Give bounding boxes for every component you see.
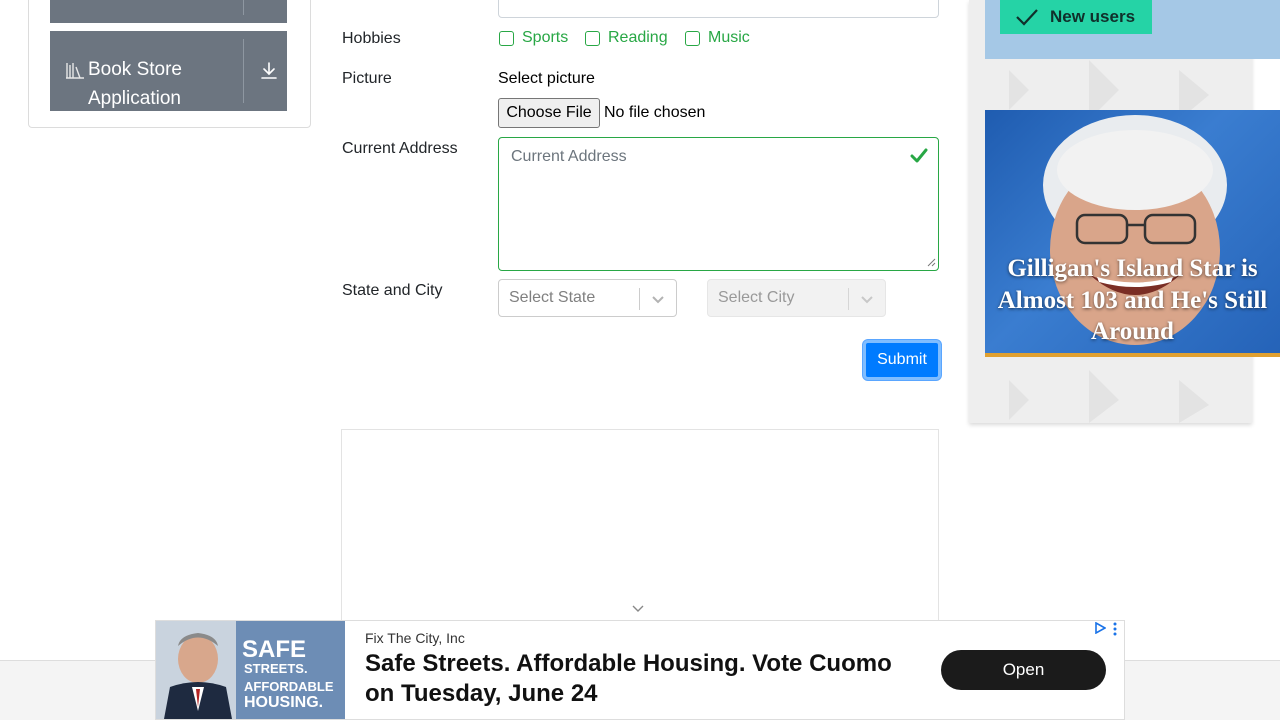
mobile-number-input[interactable] <box>498 0 939 18</box>
sidebar-item-book-store[interactable]: Book Store Application <box>50 31 287 111</box>
current-address-label: Current Address <box>342 140 458 157</box>
image-text-housing: HOUSING. <box>244 694 323 711</box>
hobby-reading-label[interactable]: Reading <box>608 29 668 47</box>
file-status: No file chosen <box>604 104 706 121</box>
picture-label: Picture <box>342 70 392 87</box>
adchoices-icon[interactable] <box>1094 622 1106 634</box>
hobby-reading-checkbox[interactable] <box>585 31 600 46</box>
books-icon <box>66 63 84 79</box>
choose-file-button[interactable]: Choose File <box>498 98 600 128</box>
chevron-down-icon[interactable] <box>631 604 645 614</box>
bottom-ad-image[interactable]: SAFE STREETS. AFFORDABLE HOUSING. <box>156 621 345 719</box>
sidebar-item-label: Book Store Application <box>88 59 182 109</box>
more-options-icon[interactable] <box>1112 622 1118 636</box>
select-picture-caption: Select picture <box>498 70 595 87</box>
download-icon[interactable] <box>260 61 278 81</box>
sidebar-item-divider <box>243 39 244 103</box>
hobby-music-label[interactable]: Music <box>708 29 750 47</box>
hobby-music-checkbox[interactable] <box>685 31 700 46</box>
address-placeholder: Current Address <box>511 148 627 165</box>
ad-headline-bottom[interactable]: Safe Streets. Affordable Housing. Vote C… <box>365 649 905 709</box>
sidebar-item-divider <box>243 0 244 15</box>
hobby-sports-checkbox[interactable] <box>499 31 514 46</box>
ad-placeholder-box <box>341 429 939 629</box>
city-placeholder: Select City <box>718 289 795 306</box>
state-placeholder: Select State <box>509 289 596 306</box>
city-select[interactable]: Select City <box>707 279 886 317</box>
new-users-badge[interactable]: New users <box>1000 0 1152 34</box>
image-text-safe: SAFE <box>242 636 306 663</box>
state-select[interactable]: Select State <box>498 279 677 317</box>
resize-handle-icon[interactable] <box>927 258 936 267</box>
chevron-down-icon[interactable] <box>860 293 874 305</box>
chevron-down-icon[interactable] <box>651 293 665 305</box>
current-address-textarea[interactable]: Current Address <box>498 137 939 271</box>
campaign-image: SAFE STREETS. AFFORDABLE HOUSING. <box>156 621 345 719</box>
select-separator <box>639 288 640 310</box>
new-users-label: New users <box>1050 7 1136 26</box>
sidebar-item-previous[interactable] <box>50 0 287 23</box>
state-city-label: State and City <box>342 282 443 299</box>
ad-advertiser: Fix The City, Inc <box>365 630 465 646</box>
valid-check-icon <box>910 148 928 163</box>
image-text-affordable: AFFORDABLE <box>244 679 334 694</box>
image-text-streets: STREETS. <box>244 661 308 676</box>
ad-open-button[interactable]: Open <box>941 650 1106 690</box>
submit-button[interactable]: Submit <box>863 340 941 380</box>
hobby-sports-label[interactable]: Sports <box>522 29 568 47</box>
ad-headline[interactable]: Gilligan's Island Star is Almost 103 and… <box>985 253 1280 348</box>
photo-accent-bar <box>985 353 1280 357</box>
check-icon <box>1016 9 1038 26</box>
hobbies-label: Hobbies <box>342 30 401 47</box>
select-separator <box>848 288 849 310</box>
